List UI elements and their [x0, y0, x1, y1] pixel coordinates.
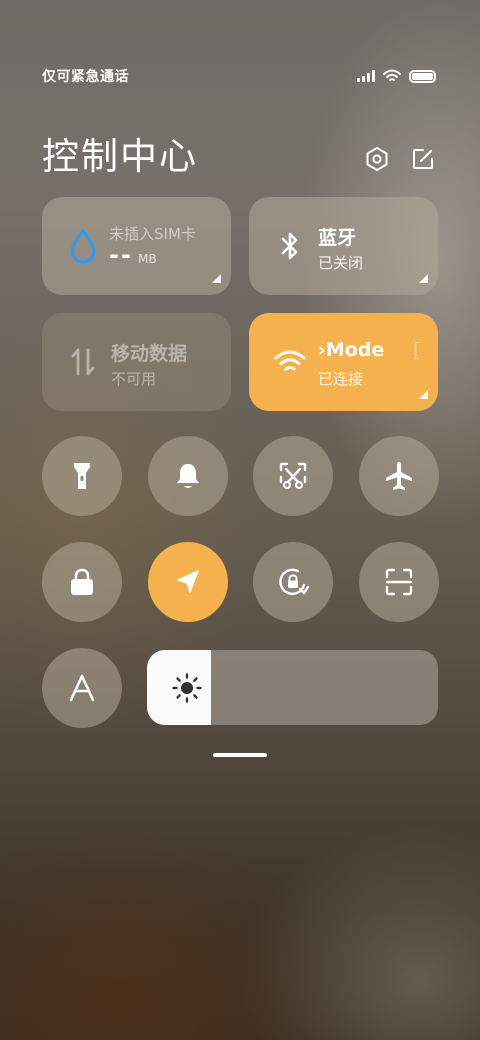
- mobile-data-title: 移动数据: [111, 343, 188, 365]
- home-indicator[interactable]: [213, 753, 267, 757]
- wifi-tile[interactable]: ›Mode [ 已连接: [249, 313, 438, 411]
- edit-icon: [413, 149, 433, 169]
- signal-icon: [357, 70, 375, 82]
- settings-button[interactable]: [364, 146, 390, 172]
- airplane-icon: [386, 462, 412, 490]
- battery-icon: [409, 69, 436, 83]
- wifi-network-name: ›Mode: [318, 339, 385, 361]
- font-a-icon: [69, 674, 95, 702]
- lock-icon: [71, 568, 93, 595]
- screenshot-toggle[interactable]: [253, 436, 333, 516]
- mobile-data-tile[interactable]: 移动数据 不可用: [42, 313, 231, 411]
- mobile-data-icon: [66, 343, 100, 381]
- bluetooth-status: 已关闭: [318, 254, 364, 272]
- carrier-status: 仅可紧急通话: [42, 69, 129, 85]
- lock-screen-toggle[interactable]: [42, 542, 122, 622]
- location-toggle[interactable]: [148, 542, 228, 622]
- page-title: 控制中心: [42, 135, 198, 178]
- expand-corner-icon: [419, 274, 428, 283]
- expand-corner-icon: [419, 390, 428, 399]
- battery-fill: [412, 72, 433, 80]
- font-size-button[interactable]: A: [42, 648, 122, 728]
- airplane-mode-toggle[interactable]: [359, 436, 439, 516]
- status-bar: 仅可紧急通话: [42, 64, 436, 88]
- bluetooth-tile[interactable]: 蓝牙 已关闭: [249, 197, 438, 295]
- location-icon: [177, 570, 199, 593]
- expand-corner-icon: [212, 274, 221, 283]
- wifi-status: 已连接: [318, 370, 364, 388]
- status-icons: [357, 69, 436, 83]
- mobile-data-status: 不可用: [111, 370, 157, 388]
- scanner-toggle[interactable]: [359, 542, 439, 622]
- flashlight-toggle[interactable]: [42, 436, 122, 516]
- bluetooth-title: 蓝牙: [318, 227, 357, 249]
- screenshot-icon: [279, 462, 307, 490]
- flashlight-icon: [74, 463, 90, 489]
- bell-icon: [177, 464, 199, 488]
- edit-button[interactable]: [410, 146, 436, 172]
- data-usage-value: --: [109, 241, 133, 269]
- rotation-lock-icon: [279, 568, 310, 595]
- data-usage-unit: MB: [138, 252, 157, 266]
- wifi-network-name-tail: [: [413, 339, 421, 361]
- hexagon-settings-icon: [366, 147, 388, 171]
- sun-icon: [172, 673, 202, 703]
- rotation-lock-toggle[interactable]: [253, 542, 333, 622]
- brightness-slider[interactable]: [147, 650, 438, 725]
- wifi-icon: [273, 343, 307, 381]
- scan-icon: [385, 568, 413, 596]
- water-drop-icon: [66, 227, 100, 265]
- silent-mode-toggle[interactable]: [148, 436, 228, 516]
- wifi-status-icon: [383, 69, 401, 81]
- data-usage-tile[interactable]: 未插入SIM卡 -- MB: [42, 197, 231, 295]
- bluetooth-icon: [273, 227, 307, 265]
